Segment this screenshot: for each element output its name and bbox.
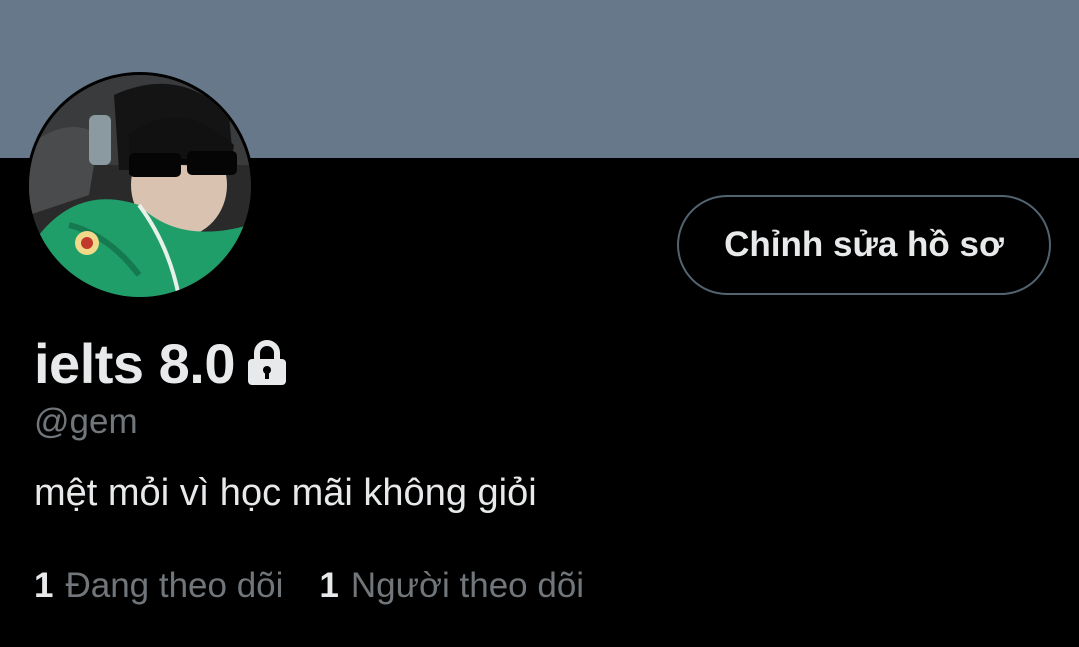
avatar-photo xyxy=(29,75,251,297)
following-stat[interactable]: 1 Đang theo dõi xyxy=(34,566,283,606)
profile-stats: 1 Đang theo dõi 1 Người theo dõi xyxy=(34,566,620,606)
profile-handle: @gem xyxy=(34,402,138,441)
profile-name-row: ielts 8.0 xyxy=(34,328,289,398)
profile-avatar[interactable] xyxy=(26,72,254,300)
followers-count: 1 xyxy=(319,566,339,605)
profile-display-name: ielts 8.0 xyxy=(34,331,235,395)
following-count: 1 xyxy=(34,566,54,605)
profile-bio: mệt mỏi vì học mãi không giỏi xyxy=(34,472,537,514)
lock-icon xyxy=(245,339,289,387)
following-label: Đang theo dõi xyxy=(65,566,284,605)
edit-profile-button[interactable]: Chỉnh sửa hồ sơ xyxy=(677,195,1051,295)
followers-label: Người theo dõi xyxy=(350,566,585,605)
followers-stat[interactable]: 1 Người theo dõi xyxy=(319,566,584,606)
